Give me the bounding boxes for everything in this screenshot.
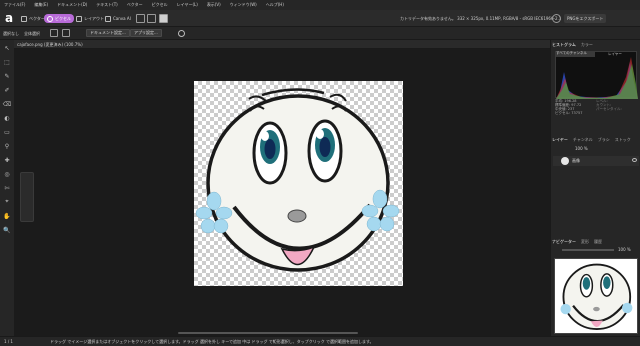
histogram-layer-toggle[interactable]: レイヤー <box>608 52 622 57</box>
menu-view[interactable]: 表示(V) <box>207 2 221 8</box>
vector-persona-icon <box>21 15 27 22</box>
hair-line-2 <box>248 95 267 102</box>
panel-tabs-mid: レイヤー チャンネル ブラシ ストック <box>552 136 631 144</box>
right-pupil <box>319 137 331 157</box>
left-eye-highlight <box>261 131 269 141</box>
pencil-tool-icon[interactable]: ✐ <box>2 85 12 95</box>
canva-ai-icon <box>105 15 111 22</box>
dodge-tool-icon[interactable]: ◐ <box>2 113 12 123</box>
histogram-stats: 平均: 196.28 標準偏差: 97.72 中央値: 237 ピクセル: 73… <box>555 99 583 115</box>
navigator-preview <box>560 263 633 330</box>
menu-bar: ファイル(F) 編集(E) ドキュメント(D) テキスト(T) ベクター ピクセ… <box>0 0 640 10</box>
marquee-tool-icon[interactable]: ⬚ <box>2 57 12 67</box>
app-settings-button[interactable]: アプリ設定... <box>130 29 162 37</box>
left-pupil <box>264 139 276 159</box>
gear-icon[interactable] <box>178 30 185 37</box>
menu-window[interactable]: ウィンドウ(W) <box>230 2 257 8</box>
face-illustration <box>195 88 400 272</box>
panel-tabs-bottom: ナビゲーター 変形 履歴 <box>552 238 602 246</box>
status-hint: ドラッグ でイメージ選択またはオブジェクトをクリックして選択します。ドラッグ 選… <box>50 339 374 344</box>
zoom-slider[interactable] <box>562 249 614 251</box>
quick-mask-icon[interactable] <box>159 14 168 23</box>
tab-transform[interactable]: 変形 <box>581 239 589 245</box>
panel-tabs-top: ヒストグラム カラー <box>552 41 593 49</box>
menu-layer[interactable]: レイヤー(L) <box>177 2 198 8</box>
hair-line-3 <box>329 93 347 102</box>
tab-channels[interactable]: チャンネル <box>573 137 593 143</box>
tab-stock[interactable]: ストック <box>615 137 631 143</box>
healing-tool-icon[interactable]: ◎ <box>2 169 12 179</box>
shape-tool-icon[interactable]: ▭ <box>2 127 12 137</box>
menu-file[interactable]: ファイル(F) <box>4 2 25 8</box>
histogram-graph <box>556 57 638 99</box>
move-tool-icon[interactable]: ↖ <box>2 43 12 53</box>
document-info: カトリデータ有効ありません。 332 × 325px, 0.11MP, RGBA… <box>400 16 562 21</box>
floating-toolbar <box>20 172 34 222</box>
document-settings-button[interactable]: ドキュメント設定... <box>86 29 130 37</box>
layer-thumbnail <box>561 157 569 165</box>
menu-edit[interactable]: 編集(E) <box>34 2 48 8</box>
select-all-layers-toggle[interactable]: 全体選択 <box>24 31 40 37</box>
layout-persona-icon <box>76 15 82 22</box>
layer-row[interactable]: 画像 <box>553 156 639 166</box>
tab-histogram[interactable]: ヒストグラム <box>552 42 576 48</box>
export-button[interactable]: PNGをエクスポート <box>564 14 607 23</box>
navigator-thumbnail[interactable] <box>554 258 638 334</box>
menu-document[interactable]: ドキュメント(D) <box>57 2 87 8</box>
persona-pixel[interactable]: ピクセル <box>44 14 74 23</box>
hand-tool-icon[interactable]: ✋ <box>2 211 12 221</box>
crop-tool-icon[interactable]: ✄ <box>2 183 12 193</box>
search-icon[interactable]: 🔍 <box>2 225 12 235</box>
brush-tool-icon[interactable]: ✎ <box>2 71 12 81</box>
horizontal-scrollbar[interactable] <box>178 332 358 334</box>
zoom-value[interactable]: 100 % <box>618 247 631 252</box>
opacity-value[interactable]: 100 % <box>575 146 588 151</box>
tab-layers[interactable]: レイヤー <box>552 137 568 143</box>
menu-pixel[interactable]: ピクセル <box>152 2 168 8</box>
selection-status: 選択なし <box>3 31 19 36</box>
eyedropper-tool-icon[interactable]: ⌖ <box>2 197 12 207</box>
eraser-tool-icon[interactable]: ⌫ <box>2 99 12 109</box>
tab-history[interactable]: 履歴 <box>594 239 602 245</box>
right-eye-highlight <box>316 129 324 139</box>
marquee-icon[interactable] <box>62 29 70 37</box>
nose <box>287 209 307 223</box>
snapping-icon[interactable] <box>136 14 145 23</box>
menu-help[interactable]: ヘルプ(H) <box>266 2 284 8</box>
layer-name: 画像 <box>572 158 580 163</box>
pixel-persona-icon <box>47 15 53 22</box>
menu-vector[interactable]: ベクター <box>127 2 143 8</box>
histogram-stats-right: レベル: カウント: パーセンタイル: <box>596 99 622 111</box>
app-logo: a <box>4 11 14 25</box>
page-indicator: 1 / 1 <box>4 339 13 344</box>
document-tab[interactable]: cajoface.png (変更済み) (100.7%) <box>14 40 550 49</box>
clone-tool-icon[interactable]: ✚ <box>2 155 12 165</box>
hair-line-1 <box>261 88 325 97</box>
zoom-tool-icon[interactable]: ⚲ <box>2 141 12 151</box>
face-outline <box>206 94 390 272</box>
document-image[interactable] <box>194 81 403 286</box>
share-icon[interactable] <box>552 14 561 23</box>
histogram-channel-select[interactable]: すべてのチャンネル <box>555 51 595 57</box>
tab-color[interactable]: カラー <box>581 42 593 48</box>
arrange-icon[interactable] <box>147 14 156 23</box>
tab-brushes[interactable]: ブラシ <box>598 137 610 143</box>
histogram-panel <box>555 51 638 99</box>
selection-tool-icon[interactable] <box>50 29 58 37</box>
persona-canva-ai[interactable]: Canva AI <box>102 14 134 23</box>
layer-visibility-icon[interactable] <box>632 158 637 162</box>
tab-navigator[interactable]: ナビゲーター <box>552 239 576 245</box>
menu-text[interactable]: テキスト(T) <box>96 2 117 8</box>
